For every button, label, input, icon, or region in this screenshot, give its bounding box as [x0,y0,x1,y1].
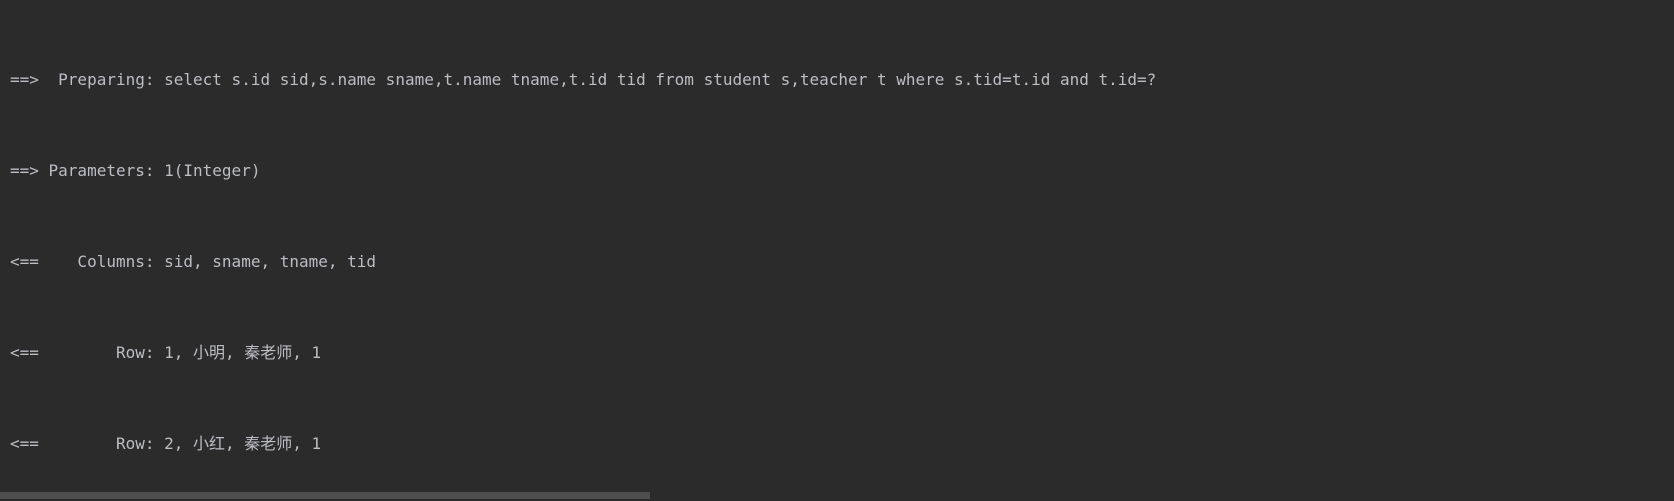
log-line-preparing: ==> Preparing: select s.id sid,s.name sn… [10,65,1674,95]
log-line-row: <== Row: 2, 小红, 秦老师, 1 [10,429,1674,459]
console-output: ==> Preparing: select s.id sid,s.name sn… [0,0,1674,501]
log-line-parameters: ==> Parameters: 1(Integer) [10,156,1674,186]
log-line-row: <== Row: 1, 小明, 秦老师, 1 [10,338,1674,368]
horizontal-scrollbar[interactable] [0,490,1674,501]
log-line-columns: <== Columns: sid, sname, tname, tid [10,247,1674,277]
horizontal-scrollbar-thumb[interactable] [0,492,650,499]
